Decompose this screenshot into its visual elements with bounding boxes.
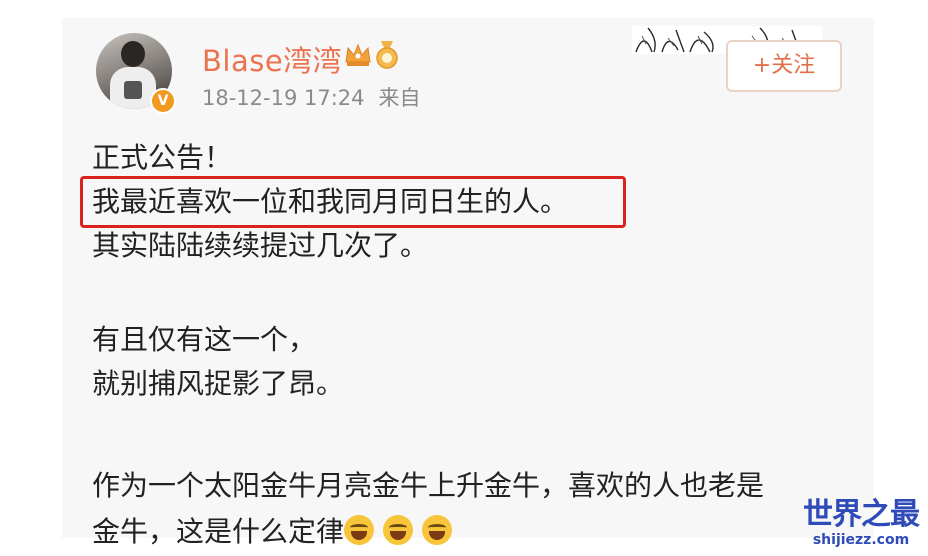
post-line-text: 金牛，这是什么定律 <box>92 515 345 548</box>
laugh-emoji-icon <box>344 515 375 545</box>
post-blank-line <box>92 406 852 450</box>
laugh-emoji-icon <box>383 515 414 545</box>
watermark-logo: 世界之最 <box>803 497 920 532</box>
verified-badge-icon: V <box>150 88 176 114</box>
avatar-head <box>121 41 145 67</box>
post-line: 就别捕风捉影了昂。 <box>92 367 345 400</box>
post-line: 正式公告！ <box>92 141 233 174</box>
medal-icon <box>376 41 398 69</box>
post-line: 作为一个太阳金牛月亮金牛上升金牛，喜欢的人也老是 <box>92 469 765 502</box>
follow-button[interactable]: +关注 <box>726 40 842 92</box>
post-timestamp: 18-12-19 17:24 <box>202 86 365 110</box>
avatar-shirt-print <box>124 81 142 99</box>
post-line: 有且仅有这一个， <box>92 323 317 356</box>
username[interactable]: Blase湾湾 <box>202 38 342 80</box>
highlight-box <box>80 176 626 228</box>
post-meta: 18-12-19 17:24 来自 <box>202 82 435 112</box>
laugh-emoji-icon <box>422 515 453 545</box>
weibo-post-screenshot: V Blase湾湾 18-12-19 17:24 来自 +关注 正式公告！ 我最近… <box>0 0 928 556</box>
watermark-url: shijiezz.com <box>812 532 910 548</box>
post-blank-line <box>92 268 852 312</box>
post-source: 来自 <box>378 86 421 110</box>
crown-icon <box>345 43 371 66</box>
watermark: 世界之最 shijiezz.com <box>800 497 922 549</box>
post-line: 其实陆陆续续提过几次了。 <box>92 229 429 262</box>
post-line-last: 金牛，这是什么定律 <box>92 510 852 554</box>
